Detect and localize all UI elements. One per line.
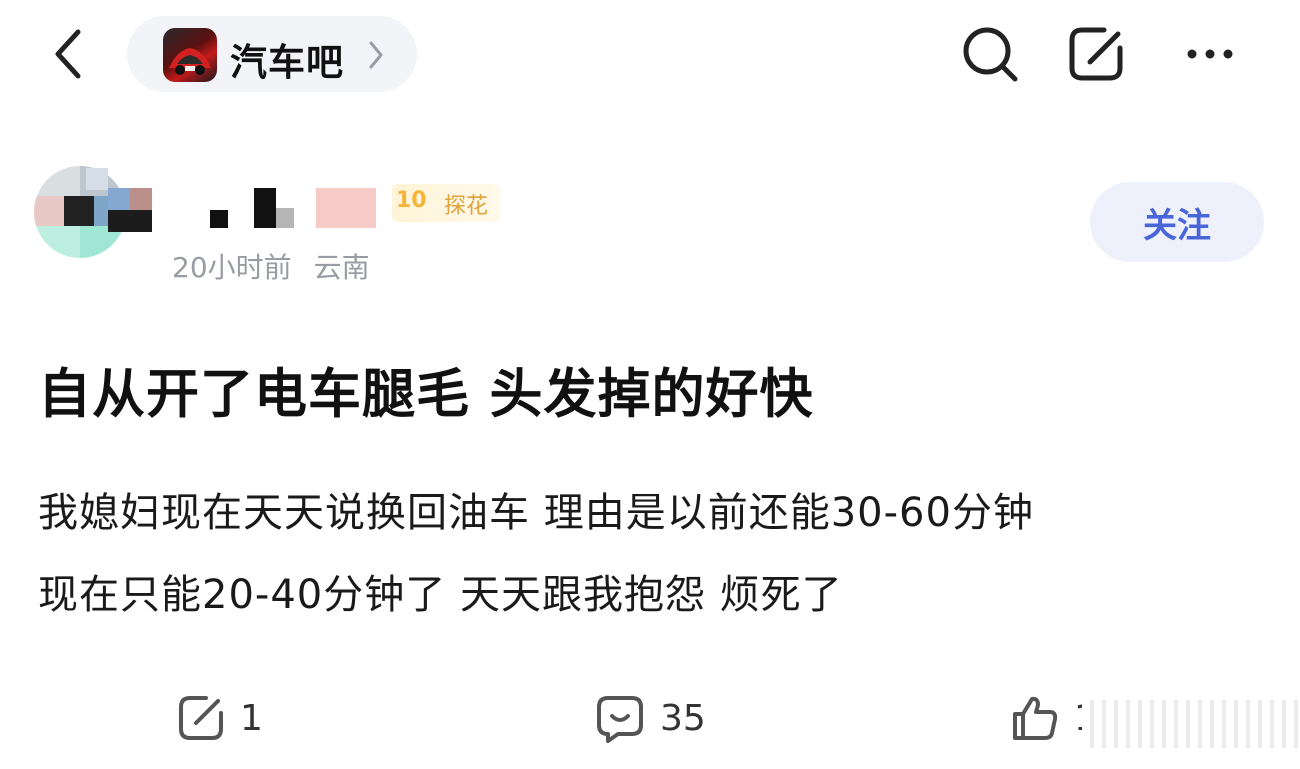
comment-count: 35 (660, 697, 706, 739)
chevron-left-icon (55, 29, 81, 79)
more-icon (1187, 49, 1233, 59)
mosaic-overlay (1082, 700, 1300, 748)
post-meta: 20小时前 云南 (172, 246, 392, 286)
forum-entry[interactable]: 汽车吧 (127, 16, 417, 92)
edit-icon (1069, 27, 1123, 81)
search-icon (963, 27, 1018, 82)
level-badge: 10 探花 (392, 184, 500, 222)
share-button[interactable]: 1 (176, 690, 263, 746)
comment-button[interactable]: 35 (594, 690, 706, 746)
search-button[interactable] (958, 24, 1022, 84)
badge-level: 10 (396, 188, 427, 213)
post-body-line-1: 我媳妇现在天天说换回油车 理由是以前还能30-60分钟 (38, 490, 1034, 536)
follow-button[interactable]: 关注 (1090, 182, 1264, 262)
comment-icon (597, 696, 643, 743)
post-location: 云南 (313, 251, 370, 284)
forum-avatar (163, 28, 217, 82)
share-count: 1 (240, 697, 263, 739)
author-name-mosaic[interactable] (86, 168, 386, 238)
badge-title: 探花 (444, 194, 489, 219)
more-button[interactable] (1180, 24, 1244, 84)
post-title: 自从开了电车腿毛 头发掉的好快 (38, 364, 814, 425)
back-button[interactable] (48, 26, 92, 82)
post-time: 20小时前 (172, 251, 292, 284)
share-icon (179, 696, 223, 740)
thumbs-up-icon (1013, 696, 1058, 740)
edit-button[interactable] (1066, 24, 1130, 84)
chevron-right-icon (369, 41, 383, 69)
post-body-line-2: 现在只能20-40分钟了 天天跟我抱怨 烦死了 (38, 572, 843, 618)
forum-name: 汽车吧 (230, 41, 344, 84)
